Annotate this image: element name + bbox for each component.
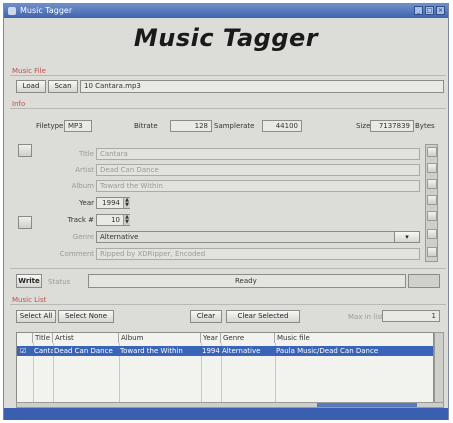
track-label: Track #: [67, 216, 94, 224]
year-label: Year: [79, 199, 94, 207]
samplerate-label: Samplerate: [214, 122, 255, 130]
row-artist: Dead Can Dance: [54, 347, 113, 355]
row-album: Toward the Within: [120, 347, 183, 355]
max-in-list-label: Max in list: [348, 313, 384, 321]
music-list-table[interactable]: Title Artist Album Year Genre Music file…: [16, 332, 434, 404]
horizontal-scrollbar-thumb[interactable]: [317, 403, 417, 407]
bitrate-label: Bitrate: [134, 122, 158, 130]
tag-toggle-column: [425, 144, 438, 262]
file-path-field[interactable]: 10 Cantara.mp3: [80, 80, 444, 93]
close-icon[interactable]: ×: [436, 6, 445, 15]
divider: [10, 268, 446, 269]
track-toggle-button[interactable]: [427, 211, 437, 221]
write-button[interactable]: Write: [16, 274, 42, 288]
column-header-artist[interactable]: Artist: [53, 333, 119, 343]
filetype-label: Filetype: [36, 122, 64, 130]
title-toggle-button[interactable]: [427, 147, 437, 157]
column-header-music-file[interactable]: Music file: [275, 333, 433, 343]
chevron-down-icon[interactable]: ▾: [394, 231, 420, 243]
size-label: Size: [356, 122, 371, 130]
status-value: Ready: [235, 277, 257, 285]
title-bar[interactable]: Music Tagger _ □ ×: [4, 4, 448, 18]
artist-field[interactable]: Dead Can Dance: [96, 164, 420, 176]
album-label: Album: [71, 182, 94, 190]
album-field[interactable]: Toward the Within: [96, 180, 420, 192]
year-spin-arrows-icon[interactable]: ▲ ▼: [123, 198, 130, 208]
scan-button[interactable]: Scan: [48, 80, 78, 93]
track-spin-arrows-icon[interactable]: ▲ ▼: [123, 215, 130, 225]
artist-label: Artist: [75, 166, 94, 174]
genre-label: Genre: [72, 233, 94, 241]
music-tagger-window: Music Tagger _ □ × Music Tagger Music Fi…: [3, 3, 449, 420]
divider: [10, 108, 446, 109]
load-button[interactable]: Load: [16, 80, 46, 93]
comment-toggle-button[interactable]: [427, 247, 437, 257]
year-toggle-button[interactable]: [427, 195, 437, 205]
clear-button[interactable]: Clear: [190, 310, 222, 323]
select-all-button[interactable]: Select All: [16, 310, 56, 323]
column-header-title[interactable]: Title: [33, 333, 53, 343]
maximize-icon[interactable]: □: [425, 6, 434, 15]
row-year: 1994: [202, 347, 220, 355]
row-music-file: Paula Music/Dead Can Dance: [276, 347, 379, 355]
comment-label: Comment: [59, 250, 94, 258]
tag-copy-button[interactable]: [18, 144, 32, 157]
comment-field[interactable]: Ripped by XDRipper, Encoded: [96, 248, 420, 260]
bitrate-field: 128: [170, 120, 212, 132]
divider: [10, 75, 446, 76]
row-title: Cantara: [34, 347, 53, 355]
row-genre: Alternative: [222, 347, 261, 355]
app-title: Music Tagger: [133, 24, 319, 52]
status-action-button[interactable]: [408, 274, 440, 288]
window-bottom-bar: [4, 408, 448, 420]
title-field[interactable]: Cantara: [96, 148, 420, 160]
divider: [10, 304, 446, 305]
tag-paste-button[interactable]: [18, 216, 32, 229]
size-unit: Bytes: [415, 122, 435, 130]
music-file-section-label: Music File: [12, 67, 46, 75]
column-header-year[interactable]: Year: [201, 333, 221, 343]
size-field: 7137839: [370, 120, 414, 132]
column-header-album[interactable]: Album: [119, 333, 201, 343]
info-section-label: Info: [12, 100, 26, 108]
status-progress-bar: Ready: [88, 274, 406, 288]
album-toggle-button[interactable]: [427, 179, 437, 189]
artist-toggle-button[interactable]: [427, 163, 437, 173]
genre-toggle-button[interactable]: [427, 229, 437, 239]
genre-select[interactable]: Alternative: [96, 231, 420, 243]
samplerate-field: 44100: [262, 120, 302, 132]
column-header-check[interactable]: [17, 333, 33, 343]
title-label: Title: [78, 150, 94, 158]
clear-selected-button[interactable]: Clear Selected: [226, 310, 300, 323]
list-scrollbar[interactable]: [434, 332, 444, 404]
music-list-section-label: Music List: [12, 296, 47, 304]
max-in-list-field[interactable]: 1: [382, 310, 440, 322]
status-label: Status: [48, 278, 71, 286]
row-checkbox[interactable]: ☑: [20, 346, 30, 356]
filetype-field: MP3: [64, 120, 92, 132]
minimize-icon[interactable]: _: [414, 6, 423, 15]
window-title: Music Tagger: [20, 6, 73, 15]
column-header-genre[interactable]: Genre: [221, 333, 275, 343]
select-none-button[interactable]: Select None: [58, 310, 114, 323]
app-icon: [8, 7, 16, 15]
